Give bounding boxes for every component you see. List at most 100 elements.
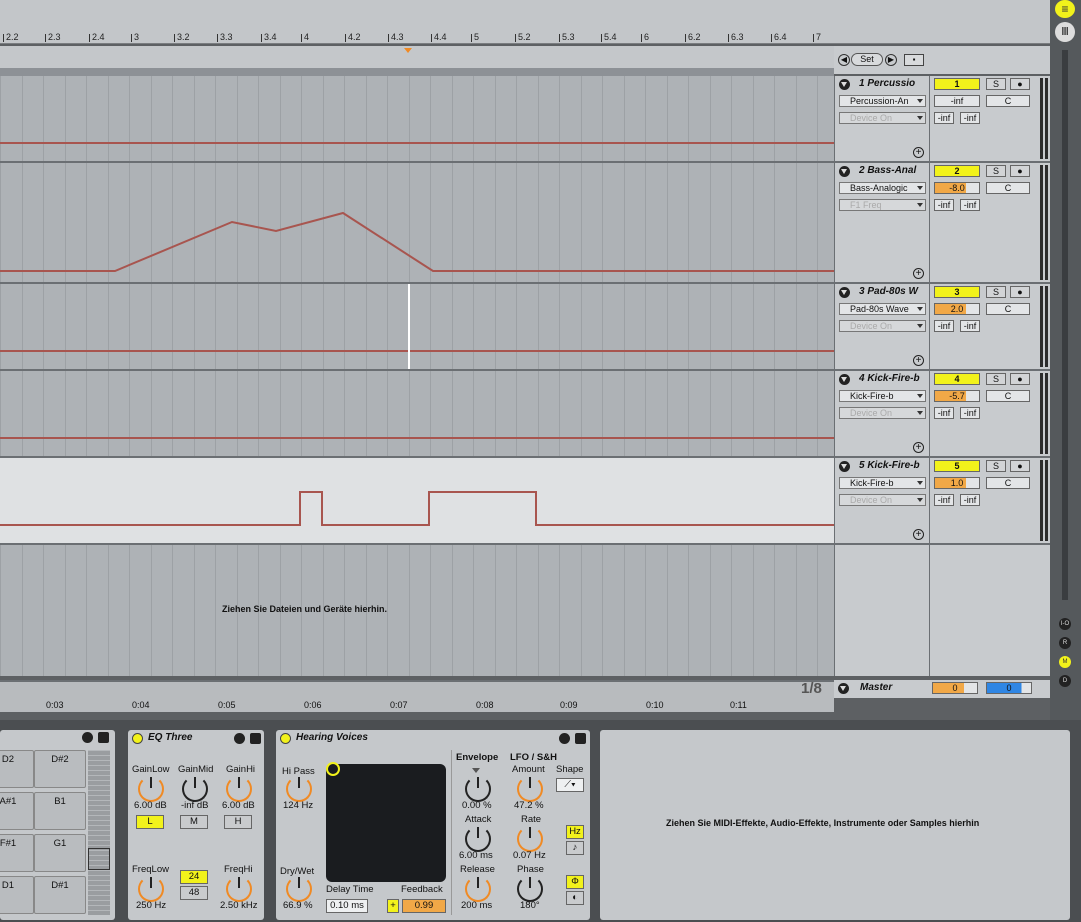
rack-save-icon[interactable] [98, 732, 109, 743]
arm-button[interactable]: ● [1010, 460, 1030, 472]
add-lane-icon[interactable]: + [913, 147, 924, 158]
drum-pad[interactable]: D#2 [34, 750, 86, 788]
device-chooser[interactable]: Pad-80s Wave [839, 303, 926, 315]
pan-field[interactable]: C [986, 477, 1030, 489]
device-chooser[interactable]: Kick-Fire-b [839, 390, 926, 402]
freqhi-knob[interactable] [226, 876, 252, 902]
scroll-strip[interactable] [0, 68, 834, 76]
pan-field[interactable]: C [986, 95, 1030, 107]
hipass-knob[interactable] [286, 776, 312, 802]
add-lane-icon[interactable]: + [913, 442, 924, 453]
xy-pad-handle[interactable] [326, 762, 340, 776]
rack-link-icon[interactable] [82, 732, 93, 743]
solo-button[interactable]: S [986, 373, 1006, 385]
phase-knob[interactable] [517, 876, 543, 902]
hv-link-icon[interactable] [559, 733, 570, 744]
device-chooser[interactable]: Kick-Fire-b [839, 477, 926, 489]
param-chooser[interactable]: Device On [839, 494, 926, 506]
drywet-knob[interactable] [286, 876, 312, 902]
sidebar-button-r[interactable]: R [1059, 637, 1071, 649]
track-header-1[interactable]: 1 Percussio Percussion-An Device On + [835, 76, 930, 163]
solo-button[interactable]: S [986, 165, 1006, 177]
param-chooser[interactable]: Device On [839, 320, 926, 332]
pan-field[interactable]: C [986, 390, 1030, 402]
pad-overview[interactable] [88, 750, 110, 915]
gainlow-knob[interactable] [138, 776, 164, 802]
low-toggle[interactable]: L [136, 815, 164, 829]
track-activator[interactable]: 4 [934, 373, 980, 385]
next-locator-icon[interactable]: ▶ [885, 54, 897, 66]
track-header-3[interactable]: 3 Pad-80s W Pad-80s Wave Device On + [835, 284, 930, 371]
prev-locator-icon[interactable]: ◀ [838, 54, 850, 66]
amount-knob[interactable] [517, 776, 543, 802]
param-chooser[interactable]: Device On [839, 112, 926, 124]
track-activator[interactable]: 5 [934, 460, 980, 472]
solo-button[interactable]: S [986, 286, 1006, 298]
mid-toggle[interactable]: M [180, 815, 208, 829]
arrangement-view[interactable]: Ziehen Sie Dateien und Geräte hierhin. [0, 76, 834, 676]
param-chooser[interactable]: F1 Freq [839, 199, 926, 211]
eq-power-icon[interactable] [132, 733, 143, 744]
solo-button[interactable]: S [986, 78, 1006, 90]
loop-bar[interactable] [0, 46, 834, 68]
fold-icon[interactable] [839, 287, 850, 298]
volume-field[interactable]: -inf [934, 95, 980, 107]
add-lane-icon[interactable]: + [913, 529, 924, 540]
fold-icon[interactable] [839, 166, 850, 177]
device-chooser[interactable]: Bass-Analogic [839, 182, 926, 194]
xy-pad[interactable] [326, 764, 446, 882]
sync-toggle[interactable]: ♪ [566, 841, 584, 855]
drum-pad[interactable]: D#1 [34, 876, 86, 914]
drum-pad[interactable]: B1 [34, 792, 86, 830]
vertical-scrollbar[interactable] [1062, 50, 1068, 600]
arm-button[interactable]: ● [1010, 373, 1030, 385]
track-activator[interactable]: 2 [934, 165, 980, 177]
fold-icon[interactable] [839, 374, 850, 385]
drum-pad[interactable]: G1 [34, 834, 86, 872]
arm-button[interactable]: ● [1010, 165, 1030, 177]
volume-field[interactable]: 2.0 [934, 303, 980, 315]
drum-pad[interactable]: D2 [0, 750, 34, 788]
freqlow-knob[interactable] [138, 876, 164, 902]
track-header-5[interactable]: 5 Kick-Fire-b Kick-Fire-b Device On + [835, 458, 930, 545]
delay-value[interactable]: 0.10 ms [326, 899, 368, 913]
fold-icon[interactable] [839, 79, 850, 90]
zoom-level[interactable]: 1/8 [801, 680, 822, 697]
add-lane-icon[interactable]: + [913, 268, 924, 279]
rate-knob[interactable] [517, 826, 543, 852]
eq-save-icon[interactable] [250, 733, 261, 744]
volume-field[interactable]: -8.0 [934, 182, 980, 194]
phase-toggle[interactable]: Φ [566, 875, 584, 889]
track-activator[interactable]: 1 [934, 78, 980, 90]
automation-curves[interactable] [0, 76, 834, 546]
drum-pad[interactable]: D1 [0, 876, 34, 914]
track-name[interactable]: 3 Pad-80s W [859, 286, 929, 297]
envelope-knob[interactable] [465, 776, 491, 802]
drum-pad[interactable]: F#1 [0, 834, 34, 872]
attack-knob[interactable] [465, 826, 491, 852]
master-volume[interactable]: 0 [932, 682, 978, 694]
fold-icon[interactable] [839, 461, 850, 472]
drum-pad[interactable]: A#1 [0, 792, 34, 830]
hz-toggle[interactable]: Hz [566, 825, 584, 839]
high-toggle[interactable]: H [224, 815, 252, 829]
feedback-value[interactable]: 0.99 [402, 899, 446, 913]
track-header-4[interactable]: 4 Kick-Fire-b Kick-Fire-b Device On + [835, 371, 930, 458]
track-name[interactable]: 2 Bass-Anal [859, 165, 929, 176]
device-drop-zone[interactable]: Ziehen Sie MIDI-Effekte, Audio-Effekte, … [600, 730, 1070, 920]
master-fold-icon[interactable] [838, 683, 849, 694]
volume-field[interactable]: 1.0 [934, 477, 980, 489]
release-knob[interactable] [465, 876, 491, 902]
shape-select[interactable]: ⟋▾ [556, 778, 584, 792]
add-lane-icon[interactable]: + [913, 355, 924, 366]
device-chooser[interactable]: Percussion-An [839, 95, 926, 107]
hv-power-icon[interactable] [280, 733, 291, 744]
arm-button[interactable]: ● [1010, 286, 1030, 298]
arm-button[interactable]: ● [1010, 78, 1030, 90]
feedback-plus[interactable]: + [387, 899, 399, 913]
pan-field[interactable]: C [986, 303, 1030, 315]
sidebar-button-i-o[interactable]: I-O [1059, 618, 1071, 630]
time-ruler[interactable]: 0:03 0:04 0:05 0:06 0:07 0:08 0:09 0:10 0:11 [0, 680, 834, 712]
pan-field[interactable]: C [986, 182, 1030, 194]
columns-icon[interactable]: Ⅲ [1055, 22, 1075, 42]
